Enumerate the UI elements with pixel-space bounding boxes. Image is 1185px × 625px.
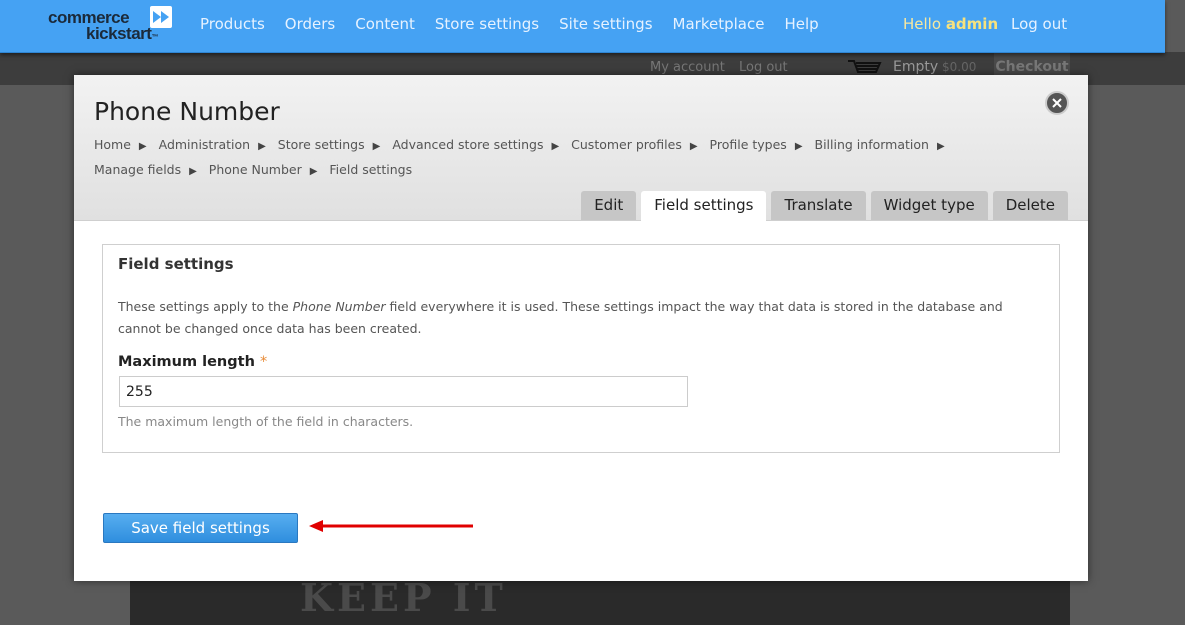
site-header: commerce kickstart™ Products Orders Conten… [0,0,1165,53]
breadcrumb-separator-icon: ▶ [551,141,560,152]
breadcrumb-item[interactable]: Profile types [710,137,787,152]
nav-item-orders[interactable]: Orders [285,15,335,33]
save-field-settings-button[interactable]: Save field settings [103,513,298,543]
nav-item-content[interactable]: Content [355,15,415,33]
secondary-links: My account Log out [650,60,798,75]
hero-text: KEEP IT [300,575,507,620]
logout-link[interactable]: Log out [1011,15,1067,33]
tab-bar: Edit Field settings Translate Widget type De… [576,191,1068,221]
field-settings-fieldset: Field settings These settings apply to t… [102,244,1060,453]
cart-amount: $0.00 [942,60,977,74]
breadcrumb-item[interactable]: Billing information [815,137,929,152]
breadcrumb-item[interactable]: Phone Number [209,162,302,177]
main-nav: Products Orders Content Store settings Site … [190,15,829,33]
dialog-header: Phone Number Home ▶ Administration ▶ Store… [74,75,1088,221]
fast-forward-icon [150,6,172,28]
required-marker: * [259,354,268,370]
my-account-link[interactable]: My account [650,60,725,75]
tab-widget-type[interactable]: Widget type [870,191,988,220]
red-arrow-annotation [309,520,473,532]
nav-item-help[interactable]: Help [784,15,818,33]
username-link[interactable]: admin [946,15,998,33]
hello-user: Hello admin [903,15,999,33]
breadcrumb-item[interactable]: Home [94,137,131,152]
breadcrumb-separator-icon: ▶ [794,141,803,152]
max-length-label: Maximum length * [118,354,268,370]
breadcrumb-item[interactable]: Field settings [329,162,412,177]
field-settings-dialog: Phone Number Home ▶ Administration ▶ Store… [74,75,1088,581]
breadcrumb-item[interactable]: Administration [159,137,250,152]
close-icon[interactable] [1045,91,1069,115]
max-length-help: The maximum length of the field in chara… [118,414,414,429]
breadcrumb-separator-icon: ▶ [372,141,381,152]
breadcrumb-separator-icon: ▶ [189,166,197,177]
breadcrumb: Home ▶ Administration ▶ Store settings ▶ Ad… [94,133,994,183]
tab-edit[interactable]: Edit [581,191,637,220]
breadcrumb-item[interactable]: Advanced store settings [392,137,543,152]
commerce-kickstart-logo[interactable]: commerce kickstart™ [48,6,178,46]
fieldset-description: These settings apply to the Phone Number… [118,299,1003,336]
breadcrumb-separator-icon: ▶ [689,141,698,152]
secondary-logout-link[interactable]: Log out [739,60,788,75]
breadcrumb-separator-icon: ▶ [258,141,266,152]
cart-status: Empty [893,59,939,75]
field-name-emphasis: Phone Number [292,299,386,314]
logo-text-line2: kickstart™ [86,24,158,43]
fieldset-legend: Field settings [118,255,234,273]
hero-image: KEEP IT [130,575,1070,625]
nav-item-marketplace[interactable]: Marketplace [673,15,765,33]
nav-item-store-settings[interactable]: Store settings [435,15,539,33]
breadcrumb-item[interactable]: Store settings [278,137,365,152]
nav-item-products[interactable]: Products [200,15,265,33]
tab-translate[interactable]: Translate [771,191,866,220]
nav-item-site-settings[interactable]: Site settings [559,15,652,33]
page-title: Phone Number [94,97,280,126]
tab-delete[interactable]: Delete [992,191,1068,220]
breadcrumb-separator-icon: ▶ [936,141,945,152]
breadcrumb-item[interactable]: Customer profiles [571,137,682,152]
tab-field-settings[interactable]: Field settings [641,191,767,221]
breadcrumb-separator-icon: ▶ [138,141,147,152]
breadcrumb-item[interactable]: Manage fields [94,162,181,177]
breadcrumb-separator-icon: ▶ [309,166,318,177]
max-length-input[interactable] [119,376,688,407]
